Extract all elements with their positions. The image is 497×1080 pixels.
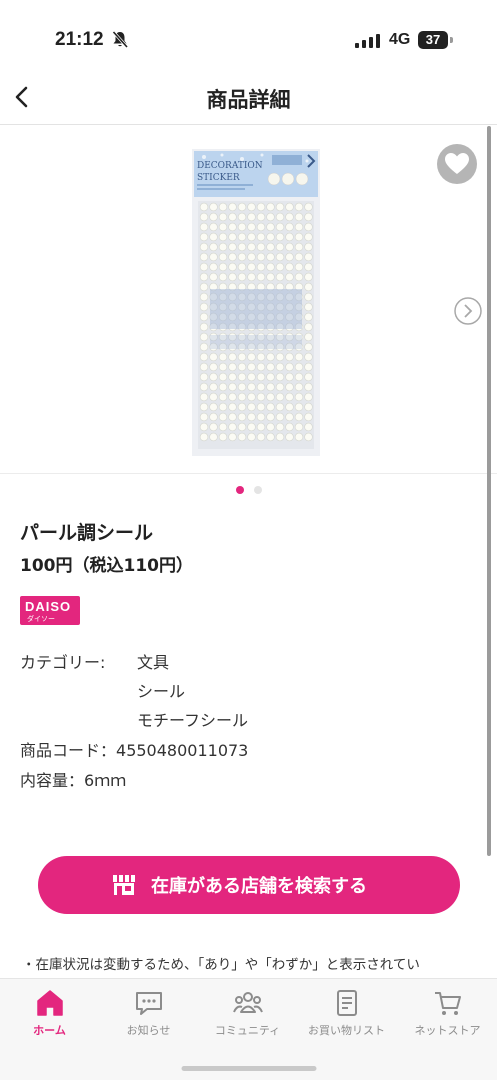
product-image-text-2: STICKER	[197, 173, 240, 183]
brand-logo-sub: ダイソー	[27, 615, 55, 623]
category-value-2: シール	[137, 682, 186, 701]
product-name: パール調シール	[20, 522, 154, 544]
brand-logo: DAISO ダイソー	[20, 596, 80, 625]
status-time: 21:12	[55, 29, 104, 50]
list-icon	[336, 990, 357, 1016]
stock-note: ・在庫状況は変動するため、「あり」や「わずか」と表示されてい	[22, 957, 420, 973]
product-image-carousel[interactable]: DECORATION STICKER	[0, 126, 497, 474]
tab-community[interactable]: コミュニティ	[198, 979, 297, 1049]
tab-notices[interactable]: お知らせ	[99, 979, 198, 1049]
capacity-label: 内容量：	[20, 771, 85, 790]
product-code-row: 商品コード：4550480011073	[20, 737, 248, 761]
cellular-signal-icon	[355, 34, 380, 48]
bell-off-icon	[112, 31, 128, 48]
battery-icon: 37	[418, 31, 448, 49]
tab-shopping-list[interactable]: お買い物リスト	[297, 979, 396, 1049]
store-icon	[113, 875, 135, 895]
category-value-1: 文具	[137, 653, 170, 672]
tab-label: コミュニティ	[214, 1024, 281, 1037]
product-code: 4550480011073	[116, 741, 249, 760]
tab-label: ネットストア	[414, 1024, 481, 1037]
product-code-label: 商品コード：	[20, 741, 117, 760]
tab-net-store[interactable]: ネットストア	[398, 979, 497, 1049]
product-price: 100円（税込110円）	[20, 556, 193, 576]
carousel-dot[interactable]	[253, 486, 262, 494]
community-icon	[232, 992, 263, 1013]
status-bar: 21:12 4G 37	[0, 0, 497, 80]
category-label: カテゴリー:	[20, 653, 106, 672]
network-type: 4G	[389, 31, 411, 48]
carousel-dot[interactable]	[235, 486, 244, 494]
home-indicator	[181, 1066, 316, 1071]
tab-label: お買い物リスト	[308, 1024, 385, 1037]
chat-icon	[135, 992, 162, 1015]
next-image-arrow-icon[interactable]	[453, 296, 483, 326]
store-search-button[interactable]: 在庫がある店舗を検索する	[38, 856, 460, 914]
product-image-text-1: DECORATION	[197, 161, 263, 171]
tab-label: ホーム	[33, 1024, 66, 1037]
nav-bar: 商品詳細	[0, 80, 497, 125]
home-icon	[36, 990, 63, 1016]
heart-icon	[445, 153, 469, 174]
store-search-label: 在庫がある店舗を検索する	[151, 876, 367, 897]
product-image: DECORATION STICKER	[192, 149, 320, 456]
tab-bar: ホーム お知らせ コミュニティ お買い物リスト ネットストア	[0, 978, 497, 1080]
battery-level: 37	[425, 32, 441, 47]
tab-label: お知らせ	[126, 1024, 171, 1037]
category-value-3: モチーフシール	[137, 711, 249, 730]
brand-logo-main: DAISO	[25, 599, 72, 614]
page-title: 商品詳細	[206, 88, 291, 112]
tab-home[interactable]: ホーム	[0, 979, 99, 1049]
capacity-value: 6ｍｍ	[84, 771, 127, 790]
favorite-button[interactable]	[437, 144, 477, 184]
capacity-row: 内容量：6ｍｍ	[20, 767, 126, 791]
battery-tip	[450, 37, 453, 43]
cart-icon	[434, 992, 461, 1015]
carousel-dots	[0, 486, 497, 496]
